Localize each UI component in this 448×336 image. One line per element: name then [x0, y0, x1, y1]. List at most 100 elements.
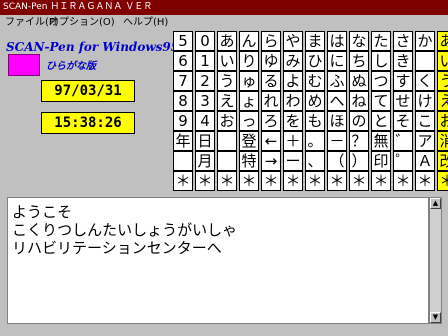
- key-r3-c9[interactable]: て: [371, 91, 391, 111]
- key-r0-c7[interactable]: は: [327, 31, 347, 51]
- key-r4-c3[interactable]: っ: [239, 111, 259, 131]
- key-r1-c8[interactable]: ち: [349, 51, 369, 71]
- key-r1-c12[interactable]: い: [437, 51, 448, 71]
- key-r3-c8[interactable]: ね: [349, 91, 369, 111]
- key-r6-c5[interactable]: ー: [283, 151, 303, 171]
- key-r5-c2[interactable]: [217, 131, 237, 151]
- key-r1-c10[interactable]: き: [393, 51, 413, 71]
- key-r7-c6[interactable]: ＊: [305, 171, 325, 191]
- key-r3-c4[interactable]: れ: [261, 91, 281, 111]
- key-r5-c7[interactable]: －: [327, 131, 347, 151]
- key-r1-c2[interactable]: い: [217, 51, 237, 71]
- key-r2-c12[interactable]: う: [437, 71, 448, 91]
- key-r3-c11[interactable]: け: [415, 91, 435, 111]
- key-r0-c6[interactable]: ま: [305, 31, 325, 51]
- key-r0-c1[interactable]: 0: [195, 31, 215, 51]
- key-r5-c0[interactable]: 年: [173, 131, 193, 151]
- key-r0-c5[interactable]: や: [283, 31, 303, 51]
- key-r1-c11[interactable]: [415, 51, 435, 71]
- key-r1-c9[interactable]: し: [371, 51, 391, 71]
- key-r2-c9[interactable]: つ: [371, 71, 391, 91]
- key-r7-c1[interactable]: ＊: [195, 171, 215, 191]
- key-r3-c6[interactable]: め: [305, 91, 325, 111]
- key-r1-c6[interactable]: ひ: [305, 51, 325, 71]
- key-r6-c9[interactable]: 印: [371, 151, 391, 171]
- key-r7-c12[interactable]: ＊: [437, 171, 448, 191]
- key-r3-c2[interactable]: え: [217, 91, 237, 111]
- key-r3-c12[interactable]: え: [437, 91, 448, 111]
- key-r5-c1[interactable]: 日: [195, 131, 215, 151]
- key-r0-c8[interactable]: な: [349, 31, 369, 51]
- key-r5-c10[interactable]: ゛: [393, 131, 413, 151]
- key-r7-c2[interactable]: ＊: [217, 171, 237, 191]
- key-r4-c1[interactable]: 4: [195, 111, 215, 131]
- menu-help[interactable]: ヘルプ(H): [123, 15, 168, 30]
- key-r6-c6[interactable]: 、: [305, 151, 325, 171]
- key-r2-c4[interactable]: る: [261, 71, 281, 91]
- key-r2-c11[interactable]: く: [415, 71, 435, 91]
- vertical-scrollbar[interactable]: ▲ ▼: [429, 197, 442, 324]
- key-r3-c5[interactable]: わ: [283, 91, 303, 111]
- key-r4-c10[interactable]: そ: [393, 111, 413, 131]
- key-r4-c12[interactable]: お: [437, 111, 448, 131]
- key-r7-c9[interactable]: ＊: [371, 171, 391, 191]
- key-r0-c4[interactable]: ら: [261, 31, 281, 51]
- key-r6-c4[interactable]: →: [261, 151, 281, 171]
- key-r5-c8[interactable]: ？: [349, 131, 369, 151]
- key-r7-c0[interactable]: ＊: [173, 171, 193, 191]
- key-r6-c0[interactable]: [173, 151, 193, 171]
- key-r6-c8[interactable]: ）: [349, 151, 369, 171]
- key-r2-c8[interactable]: ぬ: [349, 71, 369, 91]
- key-r2-c3[interactable]: ゅ: [239, 71, 259, 91]
- key-r4-c0[interactable]: 9: [173, 111, 193, 131]
- key-r6-c1[interactable]: 月: [195, 151, 215, 171]
- key-r5-c11[interactable]: ア: [415, 131, 435, 151]
- scroll-down-icon[interactable]: ▼: [430, 312, 441, 323]
- key-r1-c4[interactable]: ゆ: [261, 51, 281, 71]
- key-r7-c10[interactable]: ＊: [393, 171, 413, 191]
- key-r0-c3[interactable]: ん: [239, 31, 259, 51]
- key-r3-c3[interactable]: ょ: [239, 91, 259, 111]
- key-r4-c9[interactable]: と: [371, 111, 391, 131]
- key-r6-c11[interactable]: Ａ: [415, 151, 435, 171]
- key-r3-c0[interactable]: 8: [173, 91, 193, 111]
- key-r4-c4[interactable]: ろ: [261, 111, 281, 131]
- text-output-area[interactable]: ようこそ こくりつしんたいしょうがいしゃ リハビリテーションセンターへ: [7, 197, 429, 324]
- scroll-up-icon[interactable]: ▲: [430, 198, 441, 209]
- key-r1-c0[interactable]: 6: [173, 51, 193, 71]
- key-r1-c7[interactable]: に: [327, 51, 347, 71]
- key-r5-c3[interactable]: 登: [239, 131, 259, 151]
- key-r5-c6[interactable]: 。: [305, 131, 325, 151]
- key-r0-c12[interactable]: あ: [437, 31, 448, 51]
- key-r4-c5[interactable]: を: [283, 111, 303, 131]
- key-r4-c8[interactable]: の: [349, 111, 369, 131]
- key-r3-c10[interactable]: せ: [393, 91, 413, 111]
- key-r4-c2[interactable]: お: [217, 111, 237, 131]
- key-r3-c7[interactable]: へ: [327, 91, 347, 111]
- key-r4-c7[interactable]: ほ: [327, 111, 347, 131]
- key-r2-c1[interactable]: 2: [195, 71, 215, 91]
- key-r7-c5[interactable]: ＊: [283, 171, 303, 191]
- key-r5-c12[interactable]: 消: [437, 131, 448, 151]
- key-r1-c1[interactable]: 1: [195, 51, 215, 71]
- key-r6-c2[interactable]: [217, 151, 237, 171]
- key-r4-c11[interactable]: こ: [415, 111, 435, 131]
- key-r5-c5[interactable]: ＋: [283, 131, 303, 151]
- key-r7-c11[interactable]: ＊: [415, 171, 435, 191]
- key-r0-c9[interactable]: た: [371, 31, 391, 51]
- key-r1-c3[interactable]: り: [239, 51, 259, 71]
- key-r0-c10[interactable]: さ: [393, 31, 413, 51]
- key-r2-c10[interactable]: す: [393, 71, 413, 91]
- key-r2-c6[interactable]: む: [305, 71, 325, 91]
- key-r5-c4[interactable]: ←: [261, 131, 281, 151]
- key-r1-c5[interactable]: み: [283, 51, 303, 71]
- key-r7-c8[interactable]: ＊: [349, 171, 369, 191]
- key-r7-c7[interactable]: ＊: [327, 171, 347, 191]
- key-r2-c2[interactable]: う: [217, 71, 237, 91]
- key-r2-c7[interactable]: ふ: [327, 71, 347, 91]
- key-r0-c2[interactable]: あ: [217, 31, 237, 51]
- key-r6-c10[interactable]: ゜: [393, 151, 413, 171]
- key-r3-c1[interactable]: 3: [195, 91, 215, 111]
- key-r6-c3[interactable]: 特: [239, 151, 259, 171]
- key-r7-c3[interactable]: ＊: [239, 171, 259, 191]
